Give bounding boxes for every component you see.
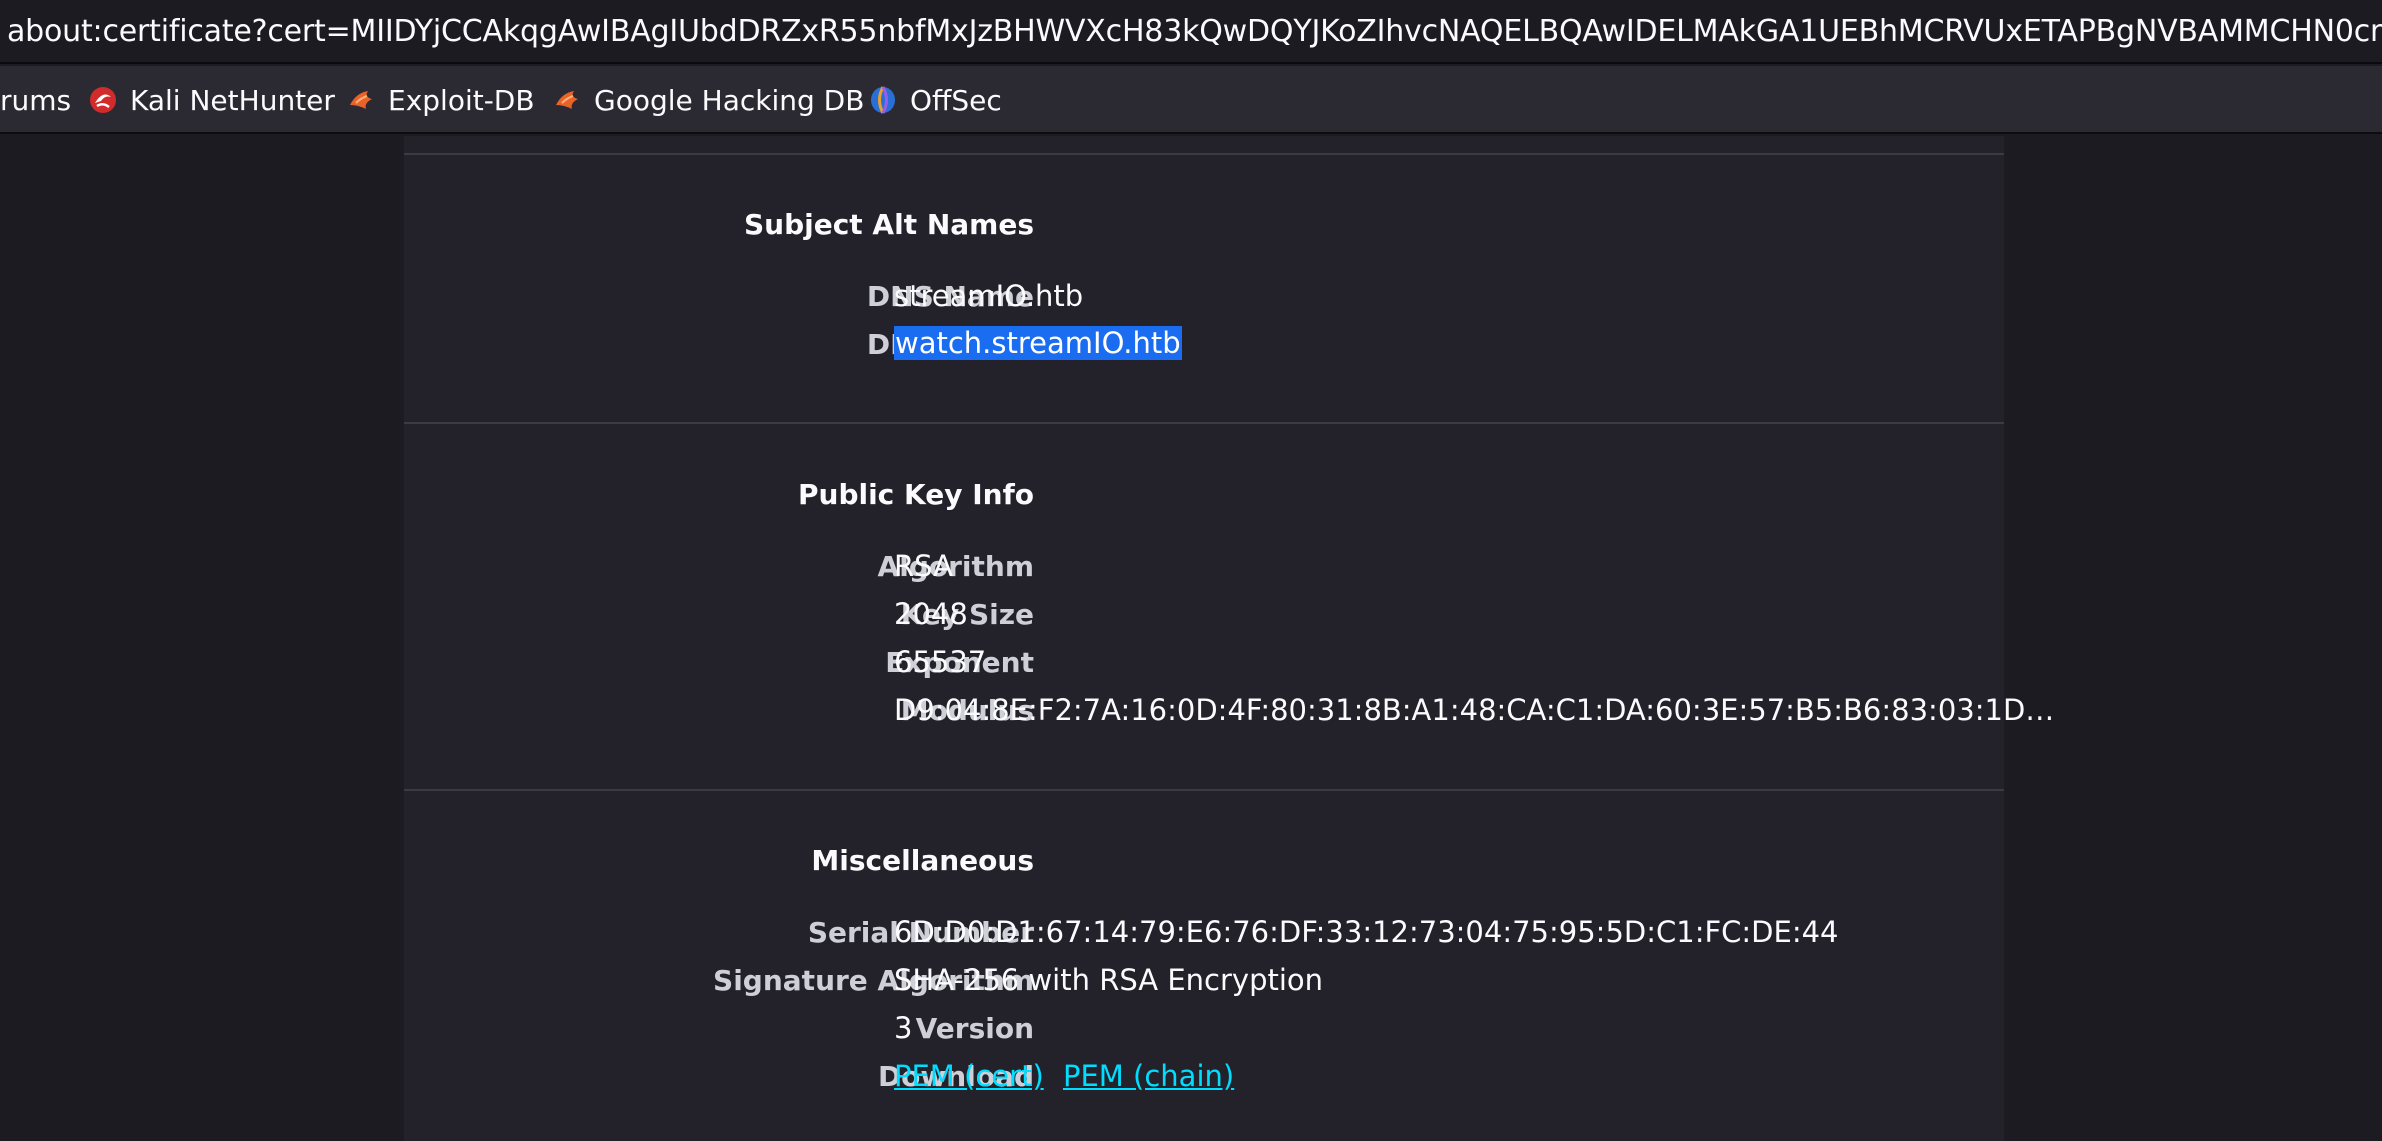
divider: [404, 153, 2004, 155]
section-title-subject-alt-names: Subject Alt Names: [743, 208, 1034, 241]
bookmarks-toolbar: rums Kali NetHunter Exploit-DB Google Ha…: [0, 66, 2382, 134]
version-label: Version: [915, 1012, 1034, 1045]
algorithm-value: RSA: [894, 549, 953, 583]
section-title-public-key-info: Public Key Info: [797, 478, 1034, 511]
url-bar[interactable]: about:certificate?cert=MIIDYjCCAkqgAwIBA…: [0, 0, 2382, 64]
bookmark-label: Kali NetHunter: [130, 83, 335, 117]
exponent-value: 65537: [894, 645, 987, 679]
google-hacking-db-icon: [552, 85, 582, 115]
serial-number-value: 6D:D0:D1:67:14:79:E6:76:DF:33:12:73:04:7…: [894, 915, 1839, 949]
divider: [404, 789, 2004, 791]
section-title-miscellaneous: Miscellaneous: [811, 844, 1034, 877]
pem-cert-link[interactable]: PEM (cert): [894, 1059, 1044, 1093]
pem-chain-link[interactable]: PEM (chain): [1063, 1059, 1234, 1093]
certificate-panel: Subject Alt Names DNS Name streamIO.htb …: [404, 136, 2054, 1141]
bookmark-label: OffSec: [910, 83, 1002, 117]
dns-name-value: streamIO.htb: [894, 279, 1084, 313]
bookmark-offsec[interactable]: OffSec: [868, 82, 1002, 118]
bookmark-google-hacking-db[interactable]: Google Hacking DB: [552, 82, 864, 118]
version-value: 3: [894, 1011, 913, 1045]
bookmark-kali-nethunter[interactable]: Kali NetHunter: [88, 82, 335, 118]
modulus-value[interactable]: D9:04:8E:F2:7A:16:0D:4F:80:31:8B:A1:48:C…: [894, 693, 2054, 727]
bookmark-label: Google Hacking DB: [594, 83, 865, 117]
offsec-icon: [868, 85, 898, 115]
signature-algorithm-value: SHA-256 with RSA Encryption: [894, 963, 1324, 997]
dns-name-value-selected: watch.streamIO.htb: [894, 326, 1182, 360]
exploit-db-icon: [346, 85, 376, 115]
bookmark-exploit-db[interactable]: Exploit-DB: [346, 82, 535, 118]
bookmark-forums[interactable]: rums: [0, 82, 71, 118]
key-size-value: 2048: [894, 597, 968, 631]
download-links: PEM (cert) PEM (chain): [894, 1059, 1234, 1093]
url-text[interactable]: about:certificate?cert=MIIDYjCCAkqgAwIBA…: [7, 14, 2382, 49]
kali-nethunter-icon: [88, 85, 118, 115]
bookmark-label: Exploit-DB: [388, 83, 535, 117]
divider: [404, 422, 2004, 424]
bookmark-label: rums: [0, 83, 72, 117]
